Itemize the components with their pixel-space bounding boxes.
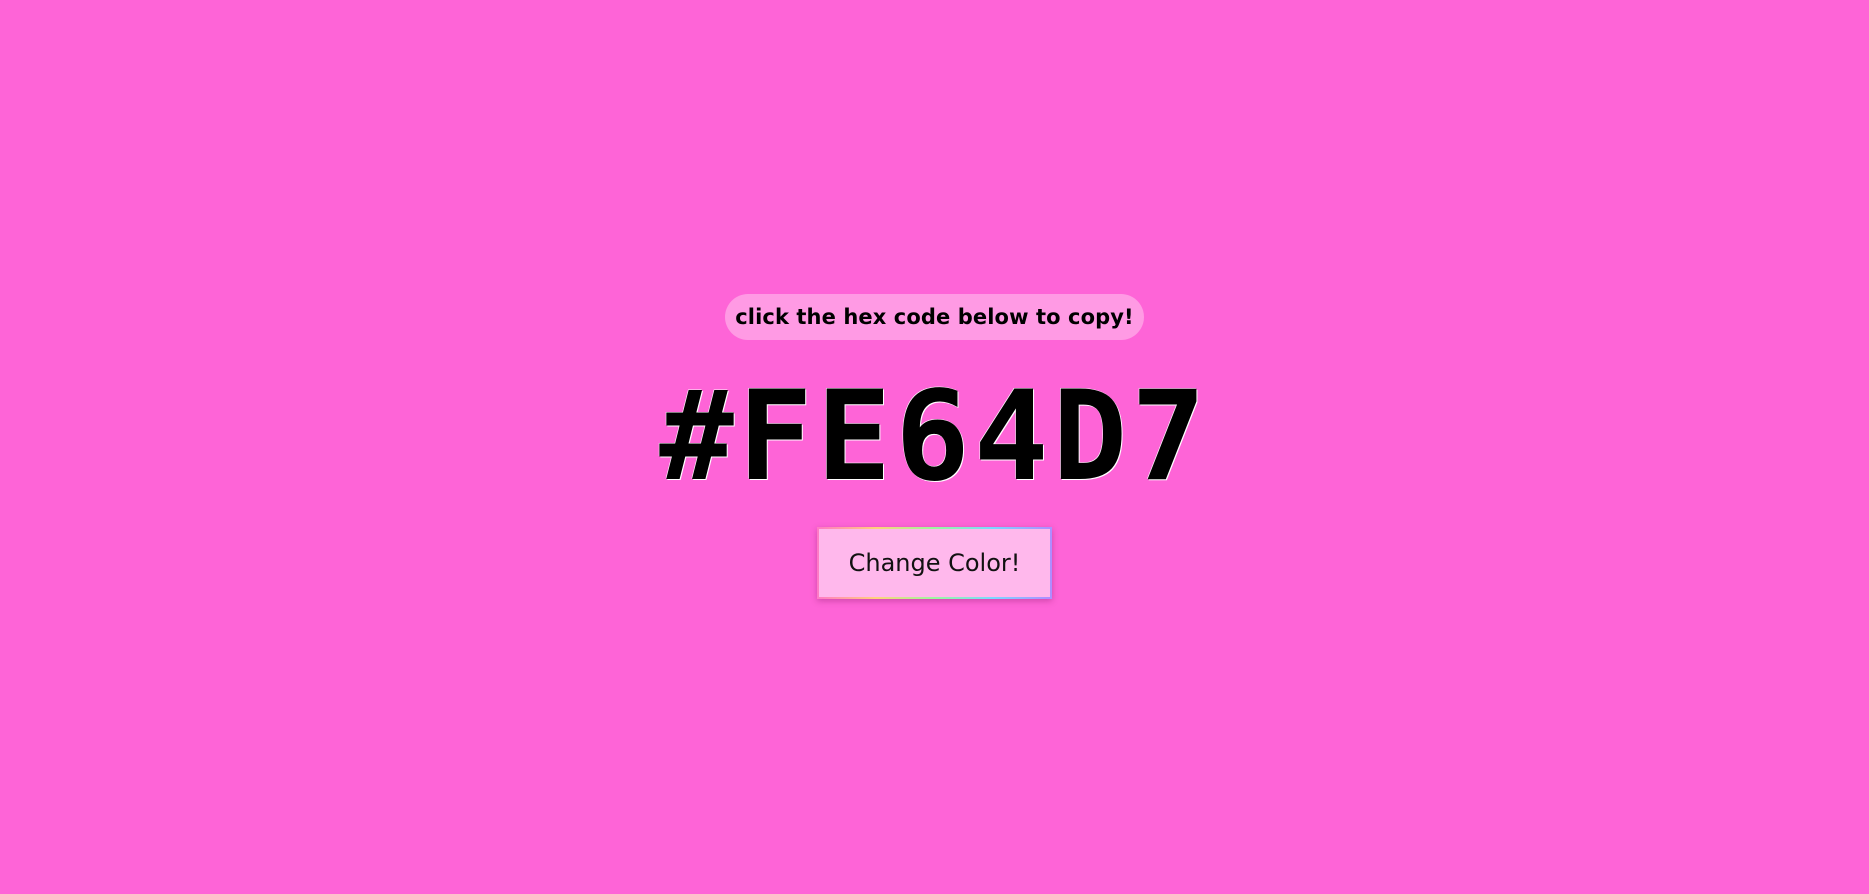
hex-code-display[interactable]: #FE64D7 xyxy=(0,372,1869,502)
copy-hint-badge: click the hex code below to copy! xyxy=(725,294,1144,340)
change-color-button[interactable]: Change Color! xyxy=(817,527,1052,599)
